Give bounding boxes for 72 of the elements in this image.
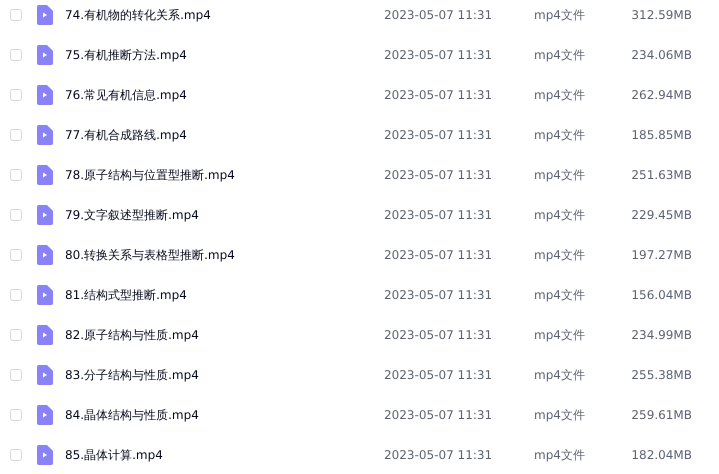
file-type: mp4文件 xyxy=(534,246,586,264)
modified-date: 2023-05-07 11:31 xyxy=(384,368,494,382)
file-name[interactable]: 78.原子结构与位置型推断.mp4 xyxy=(65,166,384,184)
file-name[interactable]: 82.原子结构与性质.mp4 xyxy=(65,326,384,344)
modified-date: 2023-05-07 11:31 xyxy=(384,88,494,102)
file-name[interactable]: 74.有机物的转化关系.mp4 xyxy=(65,6,384,24)
video-file-icon xyxy=(37,5,53,25)
file-size: 156.04MB xyxy=(630,288,692,302)
file-size: 182.04MB xyxy=(630,448,692,462)
modified-date: 2023-05-07 11:31 xyxy=(384,8,494,22)
file-name[interactable]: 84.晶体结构与性质.mp4 xyxy=(65,406,384,424)
file-type: mp4文件 xyxy=(534,326,586,344)
file-size: 185.85MB xyxy=(630,128,692,142)
checkbox[interactable] xyxy=(10,9,22,21)
file-size: 255.38MB xyxy=(630,368,692,382)
checkbox[interactable] xyxy=(10,89,22,101)
file-size: 259.61MB xyxy=(630,408,692,422)
video-file-icon xyxy=(37,45,53,65)
modified-date: 2023-05-07 11:31 xyxy=(384,448,494,462)
modified-date: 2023-05-07 11:31 xyxy=(384,248,494,262)
file-size: 234.99MB xyxy=(630,328,692,342)
video-file-icon xyxy=(37,125,53,145)
video-file-icon xyxy=(37,245,53,265)
checkbox[interactable] xyxy=(10,449,22,461)
file-size: 234.06MB xyxy=(630,48,692,62)
checkbox[interactable] xyxy=(10,129,22,141)
file-type: mp4文件 xyxy=(534,46,586,64)
file-size: 229.45MB xyxy=(630,208,692,222)
modified-date: 2023-05-07 11:31 xyxy=(384,408,494,422)
file-size: 312.59MB xyxy=(630,8,692,22)
file-size: 251.63MB xyxy=(630,168,692,182)
modified-date: 2023-05-07 11:31 xyxy=(384,128,494,142)
file-name[interactable]: 83.分子结构与性质.mp4 xyxy=(65,366,384,384)
video-file-icon xyxy=(37,165,53,185)
file-type: mp4文件 xyxy=(534,286,586,304)
file-type: mp4文件 xyxy=(534,86,586,104)
checkbox[interactable] xyxy=(10,249,22,261)
file-name[interactable]: 77.有机合成路线.mp4 xyxy=(65,126,384,144)
video-file-icon xyxy=(37,325,53,345)
checkbox[interactable] xyxy=(10,369,22,381)
file-type: mp4文件 xyxy=(534,366,586,384)
checkbox[interactable] xyxy=(10,49,22,61)
video-file-icon xyxy=(37,365,53,385)
checkbox[interactable] xyxy=(10,209,22,221)
file-name[interactable]: 85.晶体计算.mp4 xyxy=(65,446,384,464)
file-type: mp4文件 xyxy=(534,126,586,144)
file-type: mp4文件 xyxy=(534,446,586,464)
video-file-icon xyxy=(37,405,53,425)
video-file-icon xyxy=(37,285,53,305)
checkbox[interactable] xyxy=(10,409,22,421)
file-size: 197.27MB xyxy=(630,248,692,262)
video-file-icon xyxy=(37,445,53,465)
checkbox[interactable] xyxy=(10,169,22,181)
file-name[interactable]: 75.有机推断方法.mp4 xyxy=(65,46,384,64)
modified-date: 2023-05-07 11:31 xyxy=(384,208,494,222)
file-size: 262.94MB xyxy=(630,88,692,102)
modified-date: 2023-05-07 11:31 xyxy=(384,328,494,342)
file-name[interactable]: 79.文字叙述型推断.mp4 xyxy=(65,206,384,224)
video-file-icon xyxy=(37,205,53,225)
checkbox[interactable] xyxy=(10,329,22,341)
file-name[interactable]: 76.常见有机信息.mp4 xyxy=(65,86,384,104)
file-type: mp4文件 xyxy=(534,6,586,24)
video-file-icon xyxy=(37,85,53,105)
checkbox[interactable] xyxy=(10,289,22,301)
modified-date: 2023-05-07 11:31 xyxy=(384,168,494,182)
file-name[interactable]: 80.转换关系与表格型推断.mp4 xyxy=(65,246,384,264)
file-type: mp4文件 xyxy=(534,406,586,424)
modified-date: 2023-05-07 11:31 xyxy=(384,288,494,302)
modified-date: 2023-05-07 11:31 xyxy=(384,48,494,62)
file-type: mp4文件 xyxy=(534,206,586,224)
file-type: mp4文件 xyxy=(534,166,586,184)
file-name[interactable]: 81.结构式型推断.mp4 xyxy=(65,286,384,304)
